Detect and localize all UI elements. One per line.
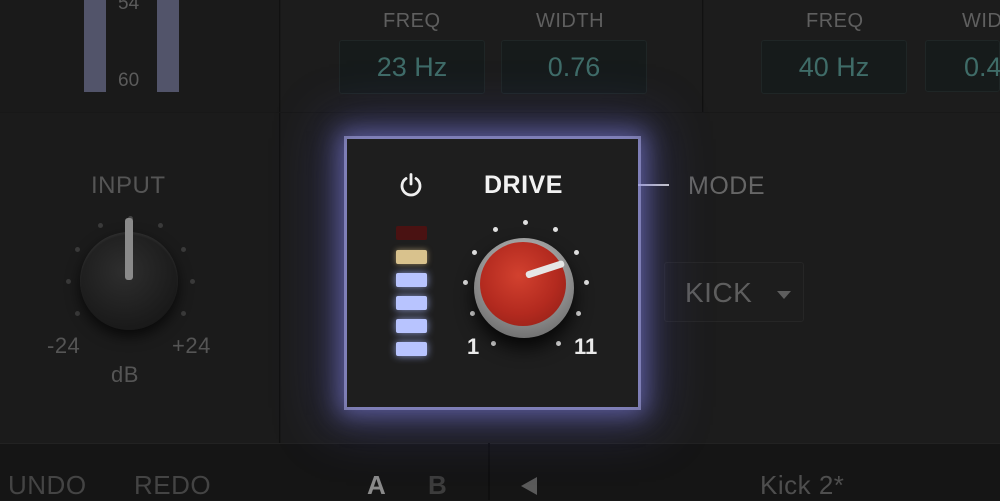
preset-a-button[interactable]: A	[367, 470, 386, 501]
freq-label-right: FREQ	[806, 10, 864, 32]
mode-label: MODE	[688, 172, 765, 200]
meter-bar-right	[157, 0, 179, 92]
meter-scale-top: 54	[118, 0, 140, 14]
power-icon[interactable]	[398, 172, 424, 198]
led-3	[396, 273, 427, 287]
led-1	[396, 226, 427, 240]
bottom-divider	[488, 443, 490, 500]
input-unit-label: dB	[111, 362, 139, 387]
redo-button[interactable]: REDO	[134, 470, 211, 501]
input-label: INPUT	[91, 172, 166, 199]
width-value-field-right[interactable]: 0.4	[925, 40, 1000, 92]
drive-scale-max: 11	[574, 334, 598, 359]
mode-selected-value: KICK	[685, 277, 753, 308]
width-label-right: WID	[962, 10, 1000, 32]
mode-dropdown[interactable]: KICK	[664, 262, 804, 322]
drive-scale-min: 1	[467, 334, 480, 359]
drive-knob-cap	[480, 242, 566, 326]
preset-b-button[interactable]: B	[428, 470, 447, 501]
undo-button[interactable]: UNDO	[8, 470, 87, 501]
meter-scale-bottom: 60	[118, 70, 140, 91]
freq-value-field-right[interactable]: 40 Hz	[761, 40, 907, 94]
meter-panel	[0, 0, 280, 112]
freq-label: FREQ	[383, 10, 441, 32]
meter-bar-left	[84, 0, 106, 92]
caret-down-icon	[777, 291, 791, 299]
input-max-label: +24	[172, 333, 211, 358]
drive-title: DRIVE	[484, 171, 563, 199]
preset-name[interactable]: Kick 2*	[760, 470, 844, 501]
led-2	[396, 250, 427, 264]
freq-value-field[interactable]: 23 Hz	[339, 40, 485, 94]
led-5	[396, 319, 427, 333]
led-4	[396, 296, 427, 310]
width-label: WIDTH	[536, 10, 605, 32]
triangle-left-icon[interactable]	[519, 475, 539, 497]
led-6	[396, 342, 427, 356]
width-value-field[interactable]: 0.76	[501, 40, 647, 94]
input-min-label: -24	[47, 333, 81, 358]
input-knob-pointer	[125, 218, 133, 280]
